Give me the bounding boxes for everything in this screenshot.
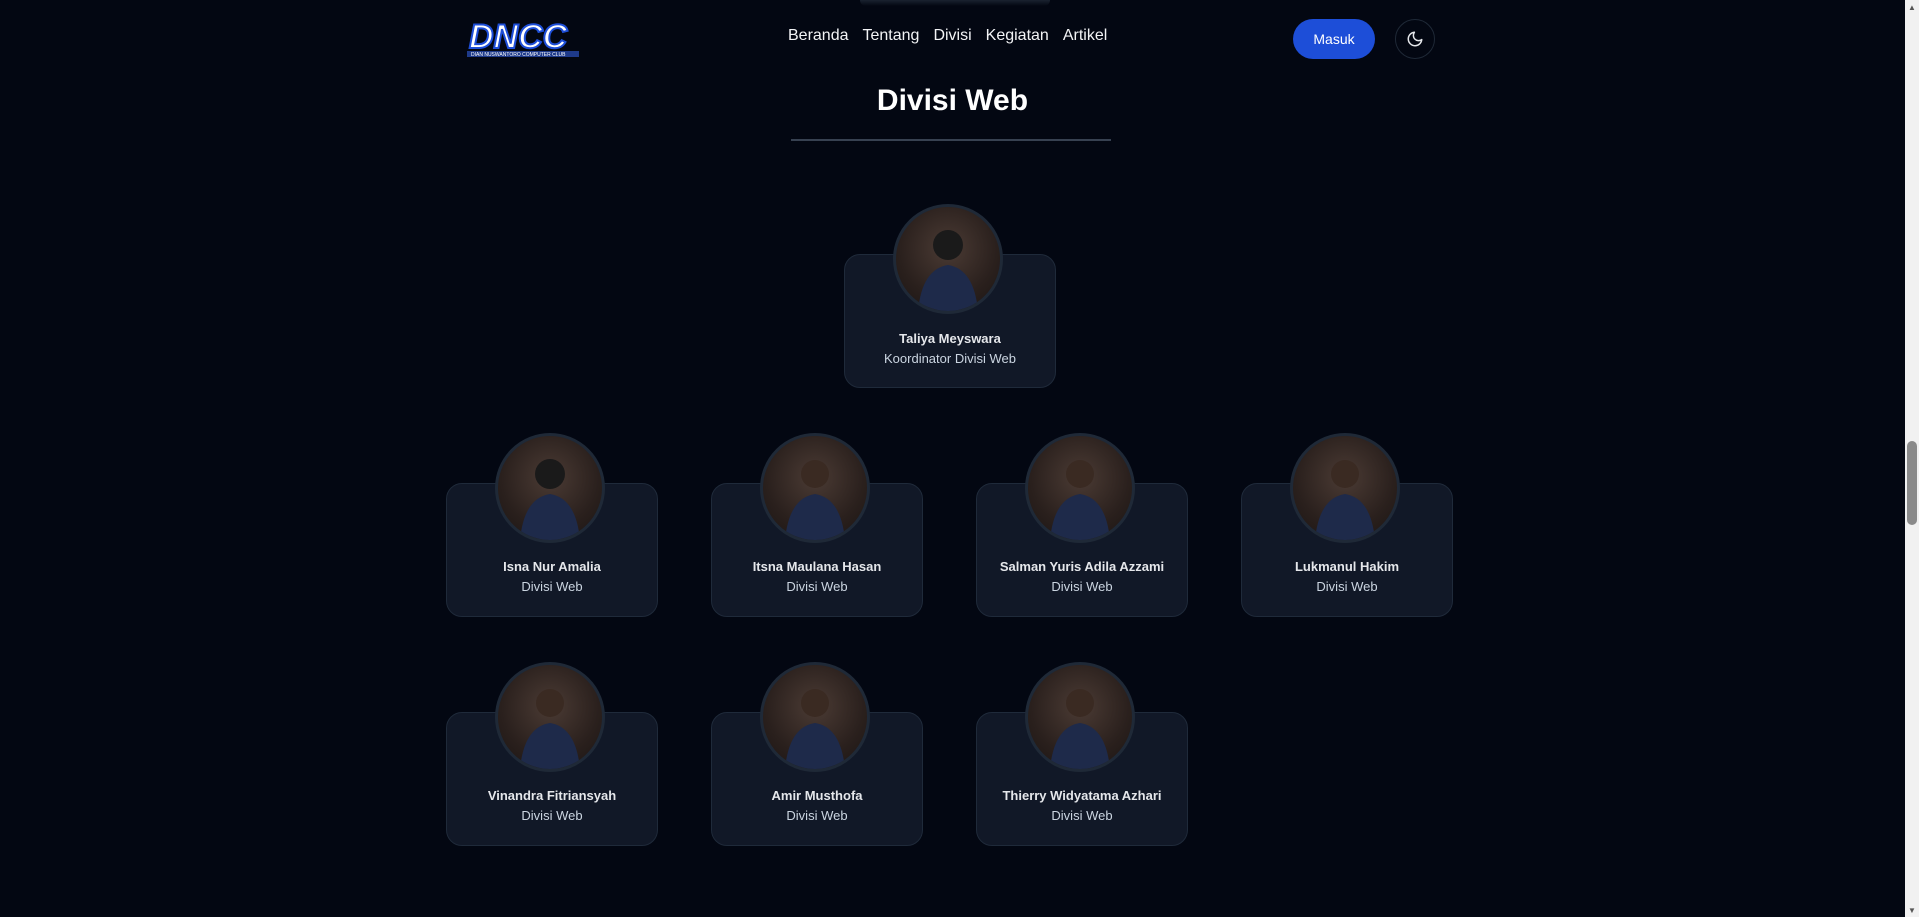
section-title: Divisi Web — [876, 84, 1029, 117]
member-avatar — [1025, 433, 1135, 543]
scroll-down-arrow-icon[interactable]: ▼ — [1905, 903, 1919, 917]
coordinator-name: Taliya Meyswara — [899, 331, 1001, 346]
logo-wordmark: DNCC — [469, 18, 568, 56]
member-role: Divisi Web — [1051, 808, 1113, 823]
member-name: Salman Yuris Adila Azzami — [999, 559, 1165, 574]
member-role: Divisi Web — [521, 579, 583, 594]
member-name: Lukmanul Hakim — [1294, 559, 1400, 574]
member-avatar — [495, 662, 605, 772]
nav-divisi[interactable]: Divisi — [933, 27, 971, 45]
member-role: Divisi Web — [786, 579, 848, 594]
title-divider — [791, 139, 1111, 141]
member-avatar — [1290, 433, 1400, 543]
nav-artikel[interactable]: Artikel — [1063, 27, 1107, 45]
nav-kegiatan[interactable]: Kegiatan — [986, 27, 1049, 45]
member-name: Amir Musthofa — [771, 788, 863, 803]
main-nav: Beranda Tentang Divisi Kegiatan Artikel — [788, 27, 1107, 45]
theme-toggle-button[interactable] — [1395, 19, 1435, 59]
member-role: Divisi Web — [786, 808, 848, 823]
dncc-logo[interactable]: DNCC DIAN NUSWANTORO COMPUTER CLUB — [465, 17, 585, 60]
site-header: DNCC DIAN NUSWANTORO COMPUTER CLUB Beran… — [0, 0, 1905, 76]
member-avatar — [760, 662, 870, 772]
page-scrollbar[interactable]: ▲ ▼ — [1905, 0, 1919, 917]
page: DNCC DIAN NUSWANTORO COMPUTER CLUB Beran… — [0, 0, 1905, 917]
member-avatar — [495, 433, 605, 543]
nav-beranda[interactable]: Beranda — [788, 27, 849, 45]
member-avatar — [1025, 662, 1135, 772]
member-name: Itsna Maulana Hasan — [752, 559, 882, 574]
logo-subtext: DIAN NUSWANTORO COMPUTER CLUB — [471, 52, 566, 58]
coordinator-role: Koordinator Divisi Web — [884, 351, 1016, 366]
member-role: Divisi Web — [1316, 579, 1378, 594]
moon-icon — [1407, 31, 1423, 47]
member-avatar — [760, 433, 870, 543]
scroll-up-arrow-icon[interactable]: ▲ — [1905, 0, 1919, 14]
member-name: Isna Nur Amalia — [503, 559, 601, 574]
login-button[interactable]: Masuk — [1293, 19, 1375, 59]
coordinator-avatar — [893, 204, 1003, 314]
member-role: Divisi Web — [521, 808, 583, 823]
member-name: Thierry Widyatama Azhari — [1002, 788, 1162, 803]
scroll-thumb[interactable] — [1907, 441, 1917, 525]
nav-tentang[interactable]: Tentang — [863, 27, 920, 45]
member-name: Vinandra Fitriansyah — [487, 788, 617, 803]
header-shadow — [860, 0, 1050, 6]
member-role: Divisi Web — [1051, 579, 1113, 594]
